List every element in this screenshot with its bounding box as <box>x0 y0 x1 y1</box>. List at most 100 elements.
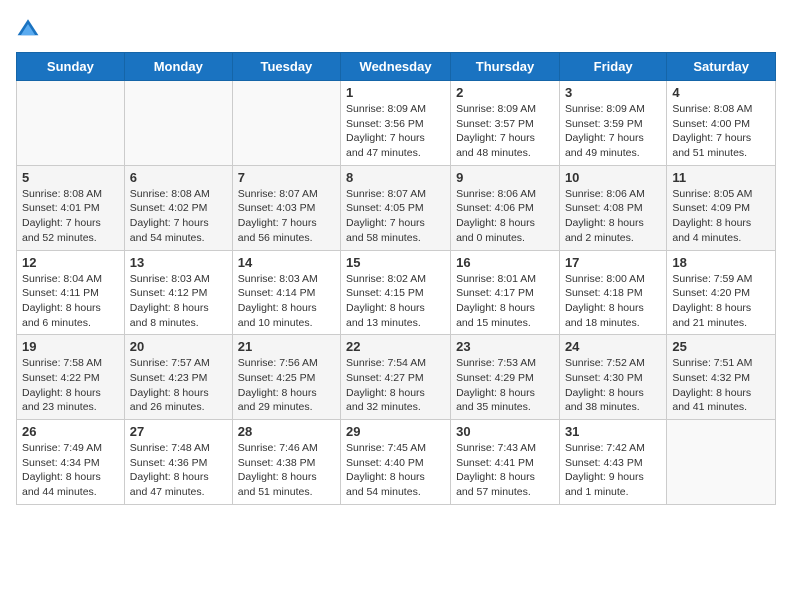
day-number: 30 <box>456 424 554 439</box>
day-info: Sunrise: 7:51 AM Sunset: 4:32 PM Dayligh… <box>672 356 770 415</box>
day-number: 16 <box>456 255 554 270</box>
day-number: 14 <box>238 255 335 270</box>
calendar-cell: 22 Sunrise: 7:54 AM Sunset: 4:27 PM Dayli… <box>341 335 451 420</box>
day-number: 1 <box>346 85 445 100</box>
day-info: Sunrise: 8:00 AM Sunset: 4:18 PM Dayligh… <box>565 272 661 331</box>
calendar-header-row: SundayMondayTuesdayWednesdayThursdayFrid… <box>17 53 776 81</box>
day-info: Sunrise: 7:56 AM Sunset: 4:25 PM Dayligh… <box>238 356 335 415</box>
day-info: Sunrise: 7:43 AM Sunset: 4:41 PM Dayligh… <box>456 441 554 500</box>
day-number: 8 <box>346 170 445 185</box>
day-number: 13 <box>130 255 227 270</box>
calendar-cell: 19Sunrise: 7:58 AM Sunset: 4:22 PM Dayli… <box>17 335 125 420</box>
day-info: Sunrise: 8:07 AM Sunset: 4:03 PM Dayligh… <box>238 187 335 246</box>
calendar-cell: 20 Sunrise: 7:57 AM Sunset: 4:23 PM Dayli… <box>124 335 232 420</box>
day-info: Sunrise: 7:58 AM Sunset: 4:22 PM Dayligh… <box>22 356 119 415</box>
day-info: Sunrise: 8:08 AM Sunset: 4:00 PM Dayligh… <box>672 102 770 161</box>
day-number: 26 <box>22 424 119 439</box>
day-info: Sunrise: 8:09 AM Sunset: 3:59 PM Dayligh… <box>565 102 661 161</box>
day-info: Sunrise: 8:04 AM Sunset: 4:11 PM Dayligh… <box>22 272 119 331</box>
calendar-header-friday: Friday <box>559 53 666 81</box>
calendar-cell: 8 Sunrise: 8:07 AM Sunset: 4:05 PM Daylig… <box>341 165 451 250</box>
calendar-week-5: 26 Sunrise: 7:49 AM Sunset: 4:34 PM Dayli… <box>17 420 776 505</box>
day-info: Sunrise: 8:08 AM Sunset: 4:02 PM Dayligh… <box>130 187 227 246</box>
calendar-cell: 31Sunrise: 7:42 AM Sunset: 4:43 PM Dayli… <box>559 420 666 505</box>
calendar-cell: 3Sunrise: 8:09 AM Sunset: 3:59 PM Daylig… <box>559 81 666 166</box>
day-number: 29 <box>346 424 445 439</box>
calendar-cell: 21 Sunrise: 7:56 AM Sunset: 4:25 PM Dayli… <box>232 335 340 420</box>
calendar-cell: 25Sunrise: 7:51 AM Sunset: 4:32 PM Dayli… <box>667 335 776 420</box>
calendar-header-thursday: Thursday <box>451 53 560 81</box>
day-number: 21 <box>238 339 335 354</box>
logo-icon <box>16 16 40 40</box>
calendar-cell: 26 Sunrise: 7:49 AM Sunset: 4:34 PM Dayli… <box>17 420 125 505</box>
day-info: Sunrise: 8:07 AM Sunset: 4:05 PM Dayligh… <box>346 187 445 246</box>
day-number: 18 <box>672 255 770 270</box>
day-info: Sunrise: 7:59 AM Sunset: 4:20 PM Dayligh… <box>672 272 770 331</box>
day-info: Sunrise: 8:09 AM Sunset: 3:56 PM Dayligh… <box>346 102 445 161</box>
day-number: 10 <box>565 170 661 185</box>
day-number: 9 <box>456 170 554 185</box>
calendar-header-sunday: Sunday <box>17 53 125 81</box>
calendar-body: 1 Sunrise: 8:09 AM Sunset: 3:56 PM Daylig… <box>17 81 776 505</box>
logo <box>16 16 44 40</box>
day-info: Sunrise: 7:53 AM Sunset: 4:29 PM Dayligh… <box>456 356 554 415</box>
day-number: 11 <box>672 170 770 185</box>
calendar-cell: 6 Sunrise: 8:08 AM Sunset: 4:02 PM Daylig… <box>124 165 232 250</box>
day-info: Sunrise: 8:08 AM Sunset: 4:01 PM Dayligh… <box>22 187 119 246</box>
page-header <box>16 16 776 40</box>
day-number: 12 <box>22 255 119 270</box>
calendar-cell: 7 Sunrise: 8:07 AM Sunset: 4:03 PM Daylig… <box>232 165 340 250</box>
day-number: 6 <box>130 170 227 185</box>
calendar-cell: 13 Sunrise: 8:03 AM Sunset: 4:12 PM Dayli… <box>124 250 232 335</box>
calendar-cell <box>232 81 340 166</box>
day-info: Sunrise: 8:03 AM Sunset: 4:14 PM Dayligh… <box>238 272 335 331</box>
day-number: 17 <box>565 255 661 270</box>
day-info: Sunrise: 8:03 AM Sunset: 4:12 PM Dayligh… <box>130 272 227 331</box>
calendar-cell: 2Sunrise: 8:09 AM Sunset: 3:57 PM Daylig… <box>451 81 560 166</box>
calendar-week-1: 1 Sunrise: 8:09 AM Sunset: 3:56 PM Daylig… <box>17 81 776 166</box>
day-number: 23 <box>456 339 554 354</box>
day-info: Sunrise: 8:01 AM Sunset: 4:17 PM Dayligh… <box>456 272 554 331</box>
calendar-week-3: 12 Sunrise: 8:04 AM Sunset: 4:11 PM Dayli… <box>17 250 776 335</box>
day-info: Sunrise: 8:02 AM Sunset: 4:15 PM Dayligh… <box>346 272 445 331</box>
calendar-cell: 14 Sunrise: 8:03 AM Sunset: 4:14 PM Dayli… <box>232 250 340 335</box>
day-number: 27 <box>130 424 227 439</box>
calendar-cell: 28Sunrise: 7:46 AM Sunset: 4:38 PM Dayli… <box>232 420 340 505</box>
day-info: Sunrise: 8:06 AM Sunset: 4:06 PM Dayligh… <box>456 187 554 246</box>
calendar-cell: 1 Sunrise: 8:09 AM Sunset: 3:56 PM Daylig… <box>341 81 451 166</box>
calendar-week-2: 5 Sunrise: 8:08 AM Sunset: 4:01 PM Daylig… <box>17 165 776 250</box>
day-info: Sunrise: 8:06 AM Sunset: 4:08 PM Dayligh… <box>565 187 661 246</box>
calendar-cell: 16 Sunrise: 8:01 AM Sunset: 4:17 PM Dayli… <box>451 250 560 335</box>
day-info: Sunrise: 7:49 AM Sunset: 4:34 PM Dayligh… <box>22 441 119 500</box>
day-info: Sunrise: 8:05 AM Sunset: 4:09 PM Dayligh… <box>672 187 770 246</box>
day-number: 24 <box>565 339 661 354</box>
calendar-cell: 5 Sunrise: 8:08 AM Sunset: 4:01 PM Daylig… <box>17 165 125 250</box>
calendar-cell: 24 Sunrise: 7:52 AM Sunset: 4:30 PM Dayli… <box>559 335 666 420</box>
calendar-cell: 30 Sunrise: 7:43 AM Sunset: 4:41 PM Dayli… <box>451 420 560 505</box>
day-info: Sunrise: 7:54 AM Sunset: 4:27 PM Dayligh… <box>346 356 445 415</box>
calendar-header-wednesday: Wednesday <box>341 53 451 81</box>
day-info: Sunrise: 7:45 AM Sunset: 4:40 PM Dayligh… <box>346 441 445 500</box>
calendar-cell: 27 Sunrise: 7:48 AM Sunset: 4:36 PM Dayli… <box>124 420 232 505</box>
calendar-cell: 23 Sunrise: 7:53 AM Sunset: 4:29 PM Dayli… <box>451 335 560 420</box>
day-info: Sunrise: 7:48 AM Sunset: 4:36 PM Dayligh… <box>130 441 227 500</box>
calendar-cell: 29 Sunrise: 7:45 AM Sunset: 4:40 PM Dayli… <box>341 420 451 505</box>
day-info: Sunrise: 7:57 AM Sunset: 4:23 PM Dayligh… <box>130 356 227 415</box>
calendar-cell: 18 Sunrise: 7:59 AM Sunset: 4:20 PM Dayli… <box>667 250 776 335</box>
day-number: 22 <box>346 339 445 354</box>
day-info: Sunrise: 7:52 AM Sunset: 4:30 PM Dayligh… <box>565 356 661 415</box>
calendar-cell: 10 Sunrise: 8:06 AM Sunset: 4:08 PM Dayli… <box>559 165 666 250</box>
day-info: Sunrise: 7:42 AM Sunset: 4:43 PM Dayligh… <box>565 441 661 500</box>
day-info: Sunrise: 8:09 AM Sunset: 3:57 PM Dayligh… <box>456 102 554 161</box>
day-number: 7 <box>238 170 335 185</box>
day-number: 5 <box>22 170 119 185</box>
day-number: 28 <box>238 424 335 439</box>
calendar-cell: 12 Sunrise: 8:04 AM Sunset: 4:11 PM Dayli… <box>17 250 125 335</box>
calendar-cell: 9 Sunrise: 8:06 AM Sunset: 4:06 PM Daylig… <box>451 165 560 250</box>
calendar-header-monday: Monday <box>124 53 232 81</box>
calendar-cell <box>124 81 232 166</box>
day-number: 15 <box>346 255 445 270</box>
day-number: 20 <box>130 339 227 354</box>
calendar-week-4: 19Sunrise: 7:58 AM Sunset: 4:22 PM Dayli… <box>17 335 776 420</box>
day-number: 4 <box>672 85 770 100</box>
